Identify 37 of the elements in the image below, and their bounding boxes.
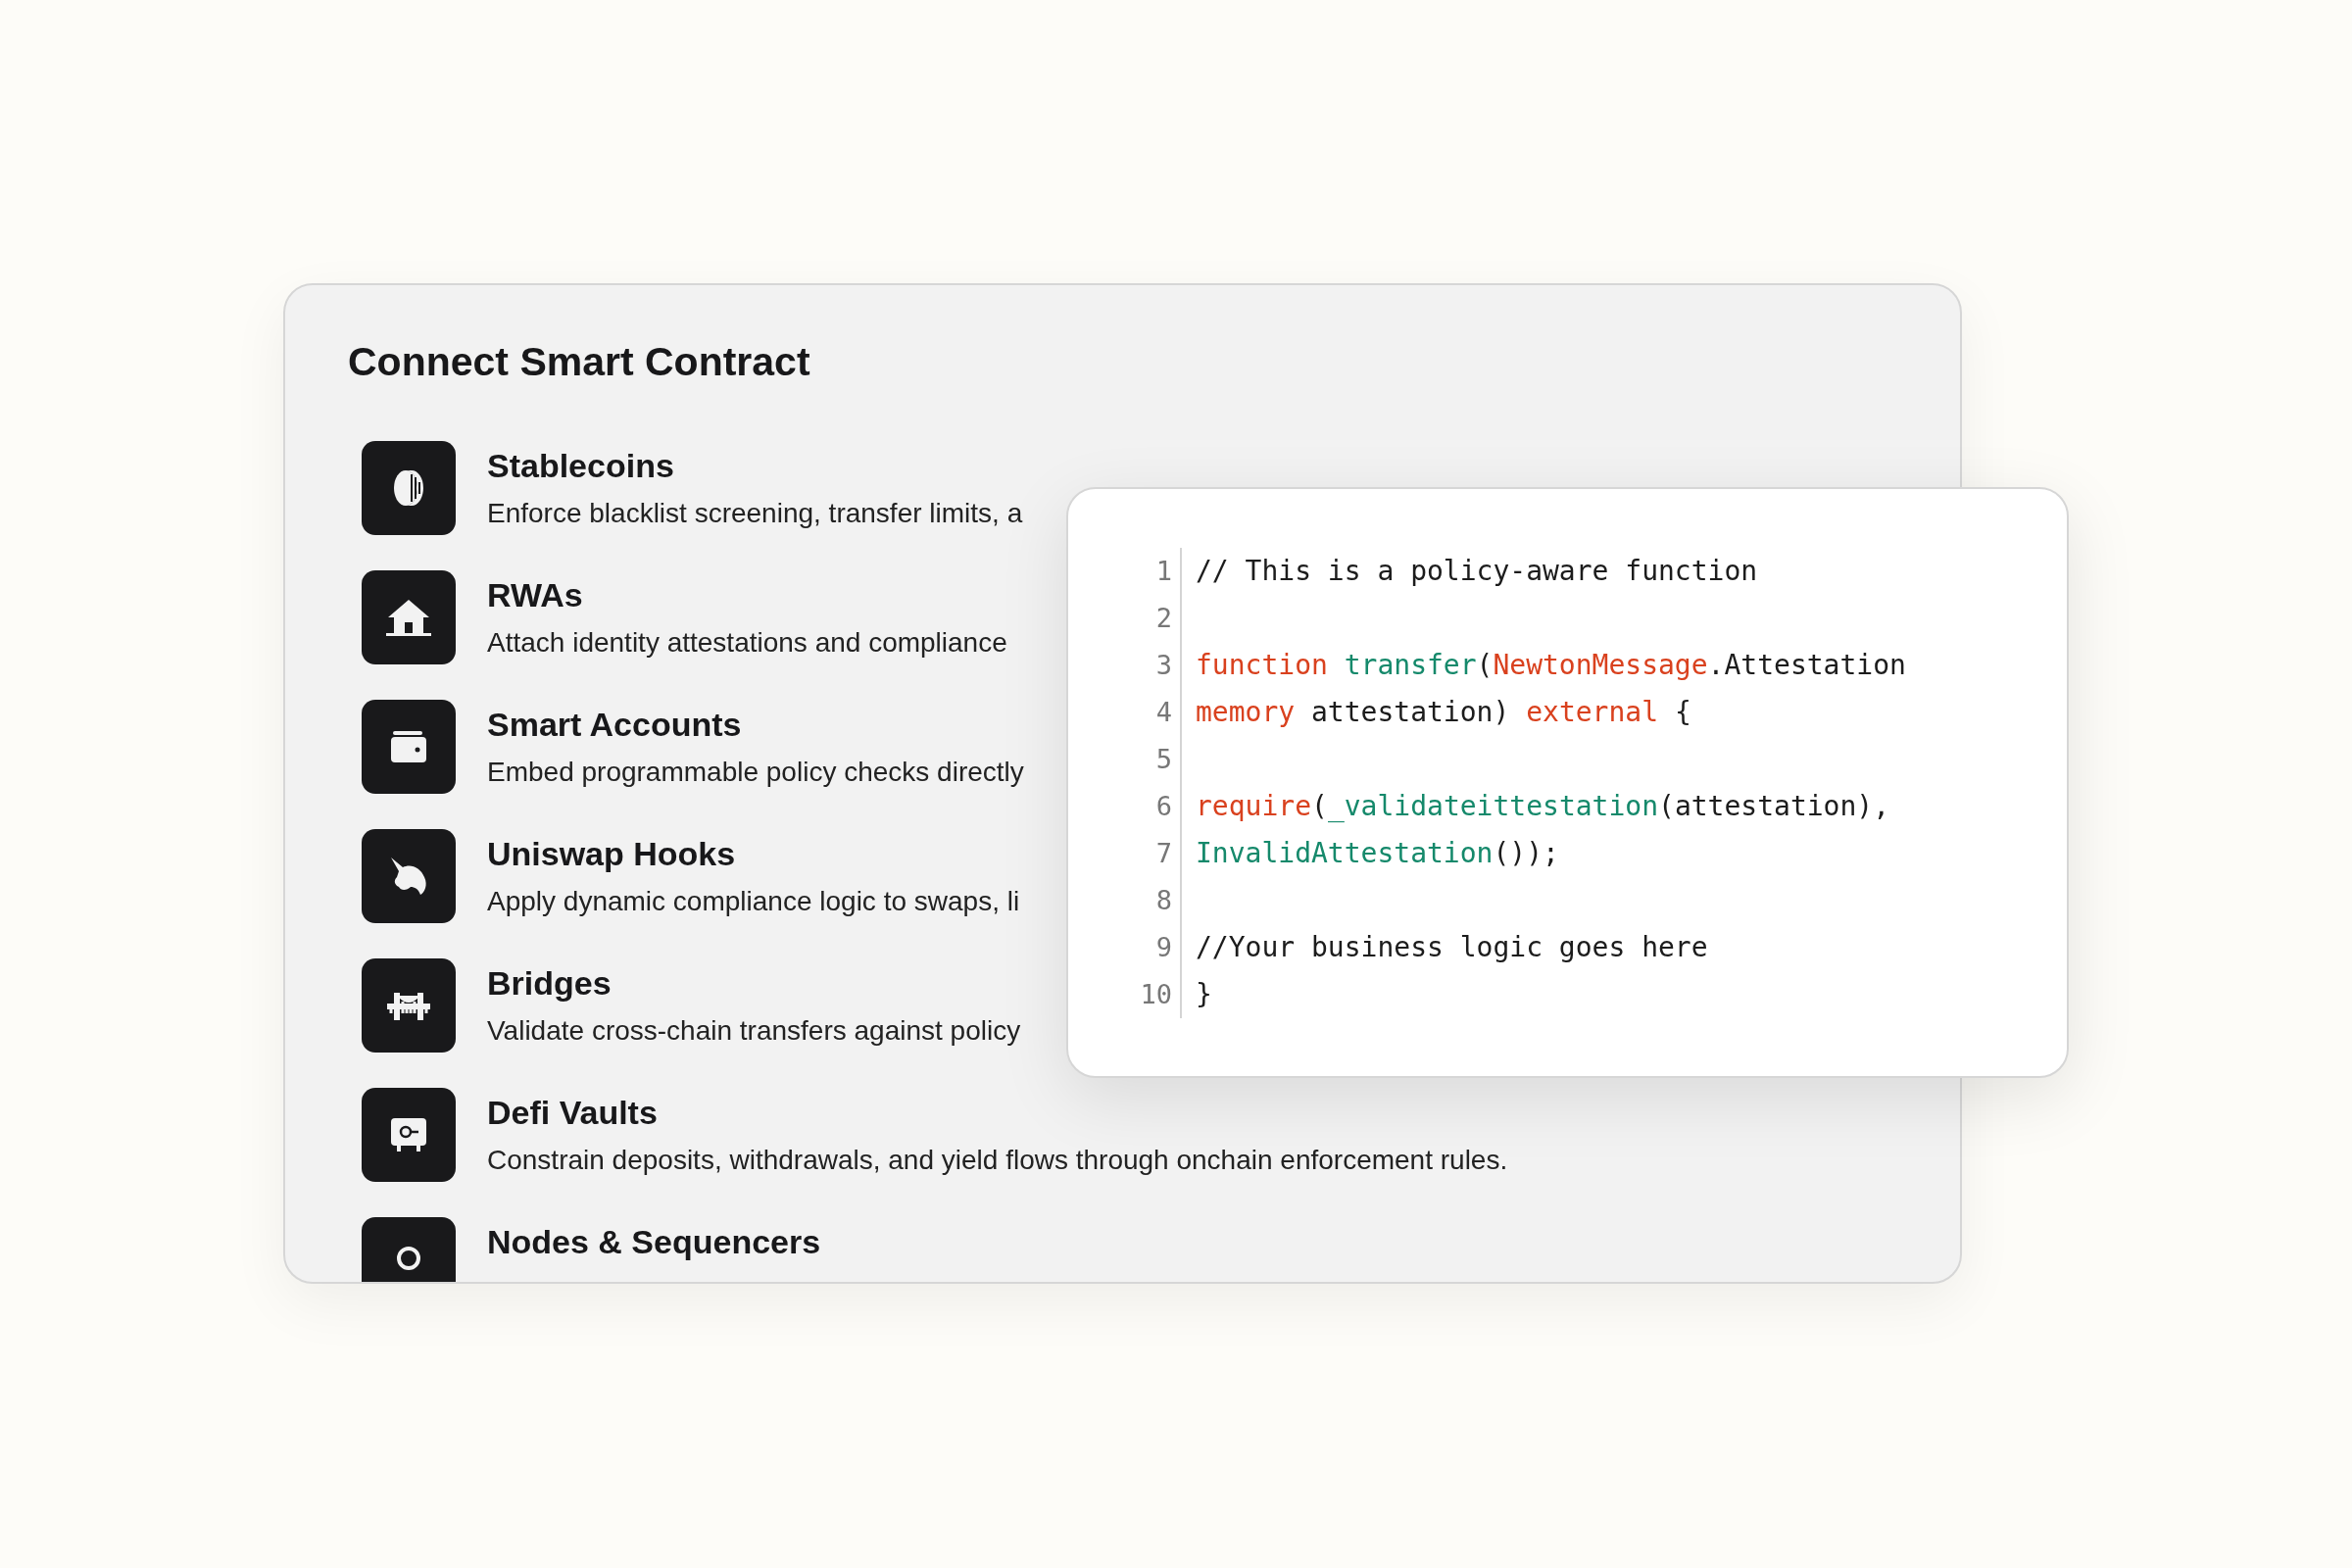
line-number: 9 (1154, 931, 1172, 964)
code-line: memory attestation) external { (1196, 695, 1692, 730)
item-description: Validate cross-chain transfers against policy (487, 1014, 1021, 1048)
coin-icon (392, 468, 425, 509)
item-title: Bridges (487, 964, 612, 1004)
item-description: Embed programmable policy checks directly (487, 756, 1024, 789)
line-number: 10 (1139, 978, 1172, 1011)
code-line: InvalidAttestation()); (1196, 836, 1560, 871)
line-number: 3 (1154, 649, 1172, 682)
code-line: // This is a policy-aware function (1196, 554, 1759, 589)
line-number: 1 (1154, 555, 1172, 588)
line-number: 8 (1154, 884, 1172, 917)
line-number: 2 (1154, 602, 1172, 635)
item-title: RWAs (487, 576, 584, 615)
item-description: Attach identity attestations and compliance (487, 626, 1007, 660)
code-line: function transfer(NewtonMessage.Attestation (1196, 648, 1906, 683)
item-title: Uniswap Hooks (487, 835, 737, 874)
item-description: Constrain deposits, withdrawals, and yield flows through onchain enforcement rules. (487, 1144, 1508, 1177)
panel-title: Connect Smart Contract (348, 340, 811, 385)
line-number: 6 (1154, 790, 1172, 823)
code-line: } (1196, 977, 1213, 1012)
code-line: //Your business logic goes here (1196, 930, 1709, 965)
item-title: Stablecoins (487, 447, 675, 486)
item-description: Apply dynamic compliance logic to swaps, li (487, 885, 1020, 918)
safe-icon (389, 1116, 428, 1154)
unicorn-icon (389, 856, 428, 898)
item-title: Nodes & Sequencers (487, 1223, 821, 1262)
code-line: require(_validateittestation(attestation), (1196, 789, 1891, 824)
item-title: Defi Vaults (487, 1094, 659, 1133)
wallet-icon (389, 729, 428, 765)
line-number: 5 (1154, 743, 1172, 776)
bridge-icon (387, 990, 430, 1022)
item-description: Enforce blacklist screening, transfer limits, a (487, 497, 1023, 530)
line-number: 4 (1154, 696, 1172, 729)
item-title: Smart Accounts (487, 706, 743, 745)
line-number: 7 (1154, 837, 1172, 870)
house-icon (386, 598, 431, 638)
